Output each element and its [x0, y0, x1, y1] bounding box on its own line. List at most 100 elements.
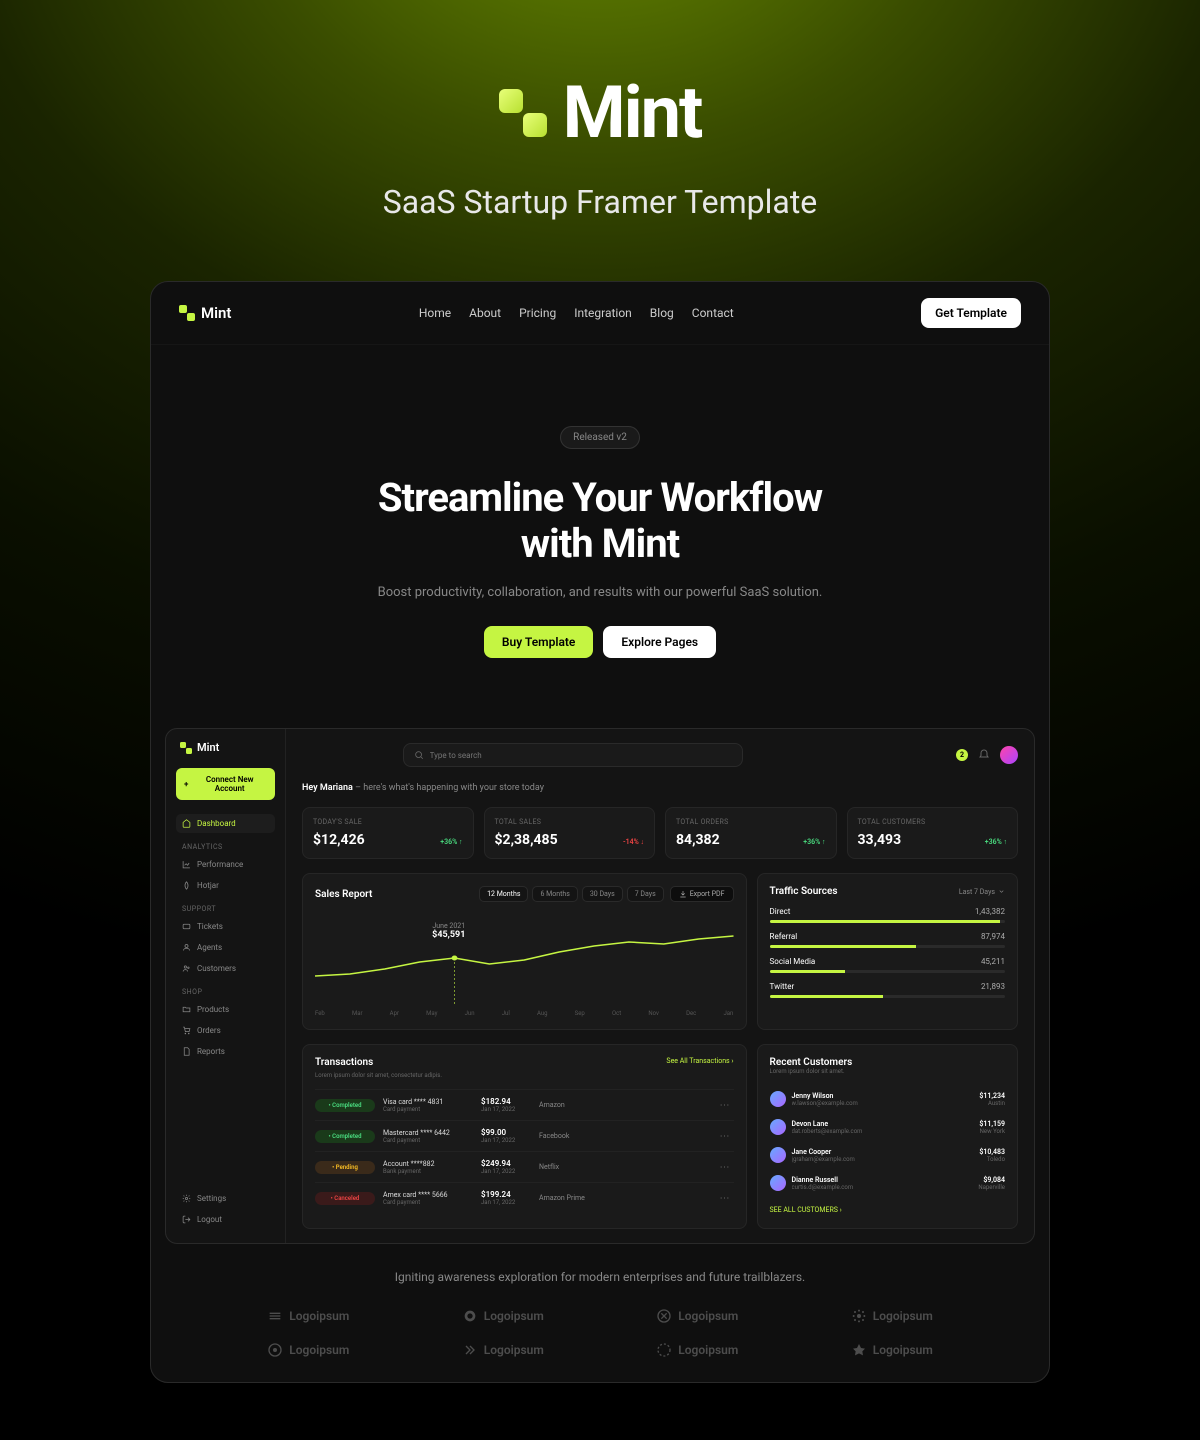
panel-title: Transactions [315, 1057, 373, 1068]
traffic-item: Direct1,43,382 [770, 907, 1005, 923]
partner-logo: Logoipsum [620, 1342, 775, 1358]
transaction-row: • CompletedVisa card **** 4831Card payme… [315, 1089, 734, 1120]
template-preview-frame: Mint Home About Pricing Integration Blog… [150, 281, 1050, 1383]
nav-link-home[interactable]: Home [419, 306, 451, 320]
status-badge: • Completed [315, 1130, 375, 1143]
chart-tooltip: June 2021$45,591 [432, 922, 465, 940]
panel-title: Traffic Sources [770, 886, 838, 897]
traffic-item: Referral87,974 [770, 932, 1005, 948]
user-avatar[interactable] [1000, 746, 1018, 764]
chart-x-axis: FebMarAprMayJunJulAugSepOctNovDecJan [315, 1010, 734, 1017]
see-all-customers-link[interactable]: SEE ALL CUSTOMERS › [770, 1206, 842, 1214]
panel-title: Recent Customers [770, 1057, 1005, 1068]
range-tab[interactable]: 30 Days [582, 886, 623, 902]
sidebar-item-hotjar[interactable]: Hotjar [176, 876, 275, 895]
nav-link-contact[interactable]: Contact [692, 306, 734, 320]
sidebar-item-logout[interactable]: Logout [176, 1210, 275, 1229]
stats-row: TODAY'S SALE$12,426+36% ↑TOTAL SALES$2,3… [302, 807, 1018, 859]
document-icon [182, 1047, 191, 1056]
cart-icon [182, 1026, 191, 1035]
hero-logo: Mint [40, 70, 1160, 155]
hero-description: Boost productivity, collaboration, and r… [191, 585, 1009, 600]
logo-icon [851, 1308, 867, 1324]
tagline: Igniting awareness exploration for moder… [151, 1270, 1049, 1284]
stat-card: TOTAL CUSTOMERS33,493+36% ↑ [847, 807, 1019, 859]
folder-icon [182, 1005, 191, 1014]
more-icon[interactable]: ⋯ [716, 1162, 734, 1173]
sidebar-brand[interactable]: Mint [176, 741, 275, 754]
nav-links: Home About Pricing Integration Blog Cont… [419, 306, 734, 320]
avatar [770, 1147, 786, 1163]
sidebar-item-tickets[interactable]: Tickets [176, 917, 275, 936]
avatar [770, 1119, 786, 1135]
mint-logo-icon [499, 89, 547, 137]
sidebar-item-dashboard[interactable]: Dashboard [176, 814, 275, 833]
sidebar-item-orders[interactable]: Orders [176, 1021, 275, 1040]
explore-pages-button[interactable]: Explore Pages [603, 626, 716, 658]
logo-icon [656, 1342, 672, 1358]
users-icon [182, 964, 191, 973]
transaction-row: • CanceledAmex card **** 5666Card paymen… [315, 1182, 734, 1213]
logo-icon [267, 1308, 283, 1324]
range-tab[interactable]: 12 Months [479, 886, 528, 902]
sidebar-item-customers[interactable]: Customers [176, 959, 275, 978]
flame-icon [182, 881, 191, 890]
status-badge: • Pending [315, 1161, 375, 1174]
partner-logo: Logoipsum [620, 1308, 775, 1324]
nav-link-pricing[interactable]: Pricing [519, 306, 556, 320]
gear-icon [182, 1194, 191, 1203]
nav-link-about[interactable]: About [469, 306, 501, 320]
partner-logo: Logoipsum [231, 1308, 386, 1324]
nav-brand: Mint [201, 304, 231, 322]
get-template-button[interactable]: Get Template [921, 298, 1021, 328]
connect-account-button[interactable]: + Connect New Account [176, 768, 275, 800]
more-icon[interactable]: ⋯ [716, 1100, 734, 1111]
site-nav: Mint Home About Pricing Integration Blog… [151, 282, 1049, 345]
logout-icon [182, 1215, 191, 1224]
notification-badge[interactable]: 2 [956, 749, 968, 761]
logo-icon [851, 1342, 867, 1358]
panel-title: Sales Report [315, 889, 372, 900]
see-all-transactions-link[interactable]: See All Transactions › [666, 1057, 733, 1065]
nav-link-blog[interactable]: Blog [650, 306, 674, 320]
stat-card: TOTAL SALES$2,38,485-14% ↓ [484, 807, 656, 859]
transaction-row: • PendingAccount ****882Bank payment$249… [315, 1151, 734, 1182]
ticket-icon [182, 922, 191, 931]
partner-logo: Logoipsum [815, 1308, 970, 1324]
range-tab[interactable]: 7 Days [627, 886, 664, 902]
traffic-item: Social Media45,211 [770, 957, 1005, 973]
sidebar-item-settings[interactable]: Settings [176, 1189, 275, 1208]
sidebar-item-performance[interactable]: Performance [176, 855, 275, 874]
traffic-item: Twitter21,893 [770, 982, 1005, 998]
sidebar-section-shop: SHOP [176, 980, 275, 1000]
search-icon [414, 750, 424, 760]
customer-row: Devon Lanedat.roberts@example.com$11,159… [770, 1113, 1005, 1141]
recent-customers-panel: Recent Customers Lorem ipsum dolor sit a… [757, 1044, 1018, 1229]
nav-logo[interactable]: Mint [179, 304, 231, 322]
avatar [770, 1091, 786, 1107]
transaction-row: • CompletedMastercard **** 6442Card paym… [315, 1120, 734, 1151]
sidebar-item-products[interactable]: Products [176, 1000, 275, 1019]
customer-row: Jenny Wilsonw.lawson@example.com$11,234A… [770, 1085, 1005, 1113]
bell-icon[interactable] [978, 749, 990, 761]
nav-link-integration[interactable]: Integration [574, 306, 632, 320]
mint-logo-icon [180, 742, 192, 754]
logo-icon [462, 1308, 478, 1324]
sidebar-item-reports[interactable]: Reports [176, 1042, 275, 1061]
period-dropdown[interactable]: Last 7 Days [959, 888, 1005, 896]
logo-icon [462, 1342, 478, 1358]
customer-row: Jane Cooperjgraham@example.com$10,483Tol… [770, 1141, 1005, 1169]
hero-section: Released v2 Streamline Your Workflow wit… [151, 345, 1049, 698]
panel-subtitle: Lorem ipsum dolor sit amet, consectetur … [315, 1072, 734, 1079]
export-pdf-button[interactable]: Export PDF [670, 886, 734, 902]
buy-template-button[interactable]: Buy Template [484, 626, 593, 658]
chevron-down-icon [998, 888, 1005, 895]
sidebar-item-agents[interactable]: Agents [176, 938, 275, 957]
sidebar-section-support: SUPPORT [176, 897, 275, 917]
search-input[interactable] [403, 743, 743, 767]
more-icon[interactable]: ⋯ [716, 1193, 734, 1204]
more-icon[interactable]: ⋯ [716, 1131, 734, 1142]
range-tab[interactable]: 6 Months [532, 886, 577, 902]
status-badge: • Canceled [315, 1192, 375, 1205]
customer-row: Dianne Russellcurtis.d@example.com$9,084… [770, 1169, 1005, 1197]
